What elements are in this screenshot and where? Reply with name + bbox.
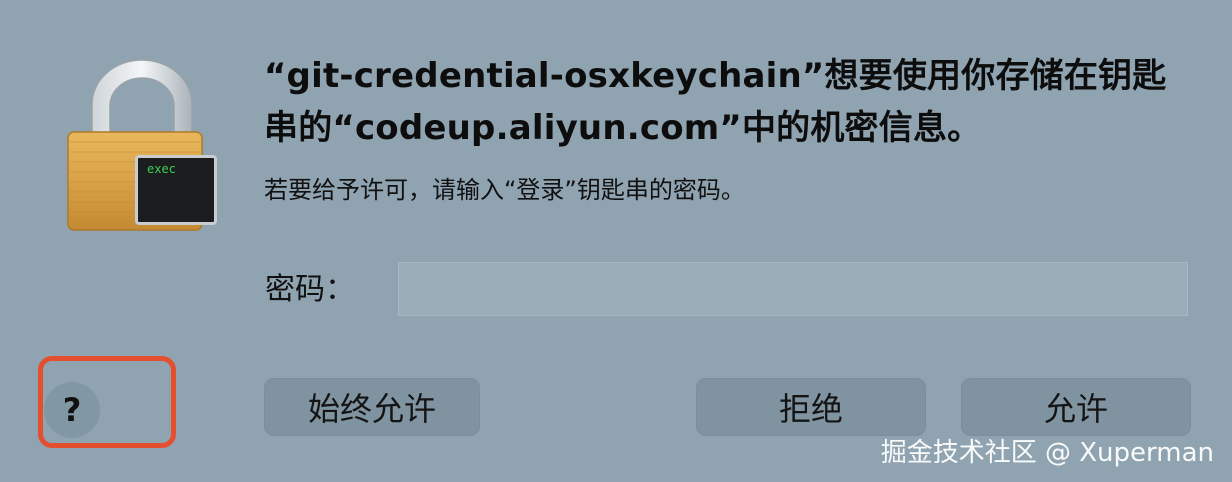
watermark: 掘金技术社区 @ Xuperman (880, 438, 1214, 468)
terminal-exec-label: exec (147, 162, 176, 176)
deny-button[interactable]: 拒绝 (696, 378, 926, 436)
password-label: 密码： (265, 272, 355, 307)
password-field[interactable] (398, 262, 1188, 316)
dialog-title: “git-credential-osxkeychain”想要使用你存储在钥匙串的… (264, 56, 1167, 148)
allow-button[interactable]: 允许 (961, 378, 1191, 436)
keychain-access-dialog: exec “git-credential-osxkeychain”想要使用你存储… (0, 0, 1232, 482)
dialog-subtitle: 若要给予许可，请输入“登录”钥匙串的密码。 (264, 176, 745, 204)
terminal-icon: exec (135, 155, 217, 225)
help-button[interactable]: ? (44, 382, 100, 438)
always-allow-button[interactable]: 始终允许 (264, 378, 480, 436)
